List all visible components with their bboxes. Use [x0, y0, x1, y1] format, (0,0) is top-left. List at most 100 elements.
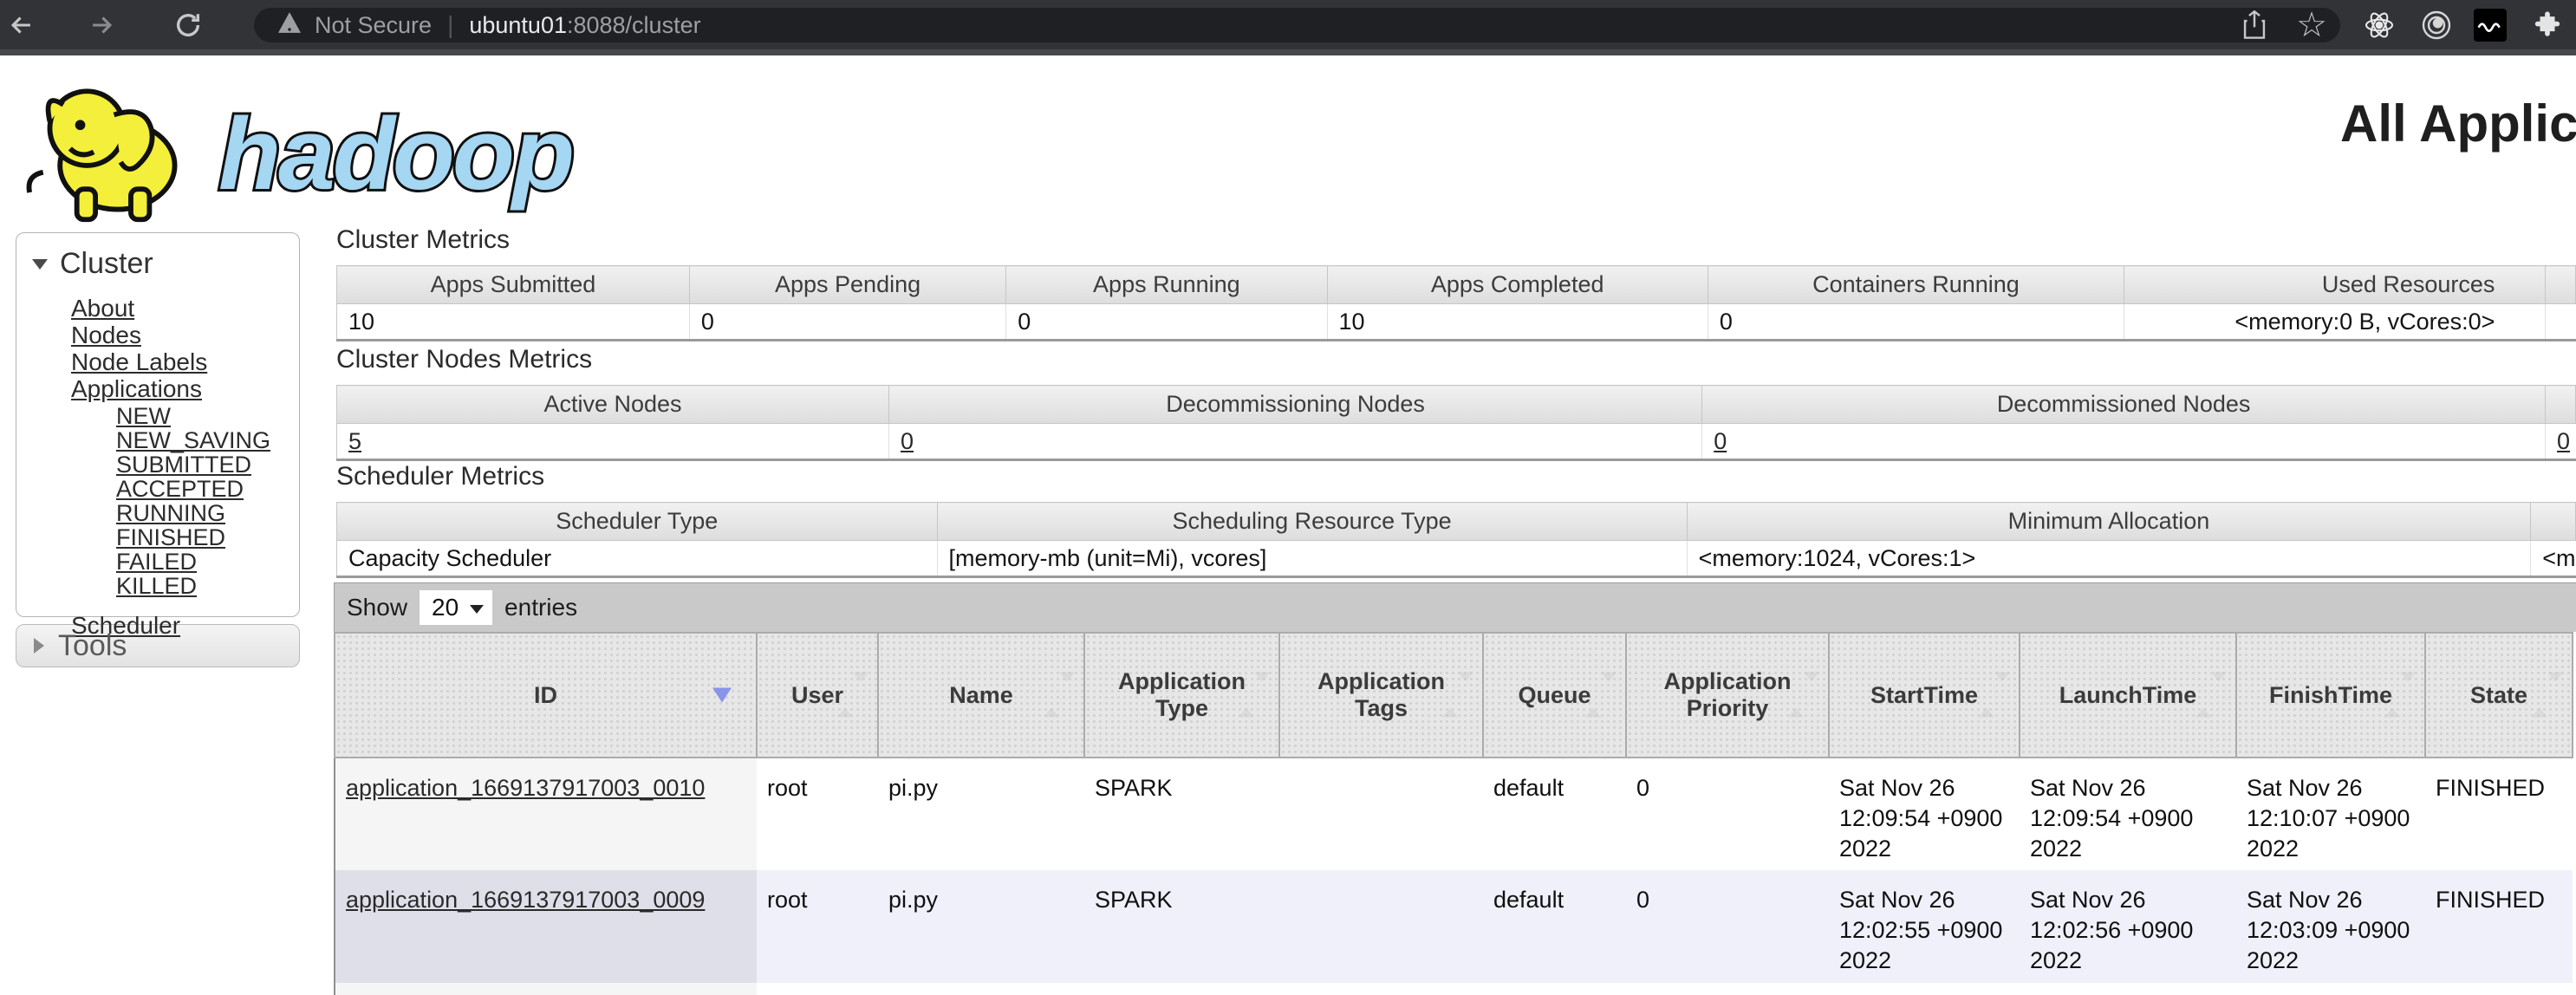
cluster-nodes-metrics-section: Cluster Nodes Metrics Active Nodes Decom…: [336, 345, 2576, 461]
application-link[interactable]: application_1669137917003_0009: [346, 887, 705, 913]
entries-label: entries: [504, 594, 577, 621]
sidebar-item-about[interactable]: About: [71, 295, 299, 322]
page-size-select[interactable]: 20: [420, 590, 492, 625]
sort-desc-icon: [712, 688, 732, 703]
reload-icon[interactable]: [170, 7, 206, 43]
apps-pending-value: 0: [689, 304, 1005, 341]
app-id-cell: application_1669137917003_0010: [335, 758, 757, 870]
back-icon[interactable]: [3, 7, 40, 43]
header-application-type[interactable]: Application Type: [1084, 633, 1279, 758]
header-name[interactable]: Name: [878, 633, 1084, 758]
user-cell: root: [757, 758, 878, 870]
sidebar-item-applications[interactable]: Applications: [71, 375, 299, 402]
sidebar-cluster-label: Cluster: [60, 247, 153, 281]
col-used-resources: Used Resources: [2124, 266, 2546, 304]
clipped-value: <m: [2531, 541, 2576, 577]
sidebar-item-accepted[interactable]: ACCEPTED: [116, 477, 299, 501]
cluster-metrics-title: Cluster Metrics: [336, 225, 2576, 255]
sort-both-icon: [837, 682, 868, 709]
col-apps-pending: Apps Pending: [689, 266, 1005, 304]
not-secure-warning-icon: [276, 11, 302, 40]
containers-running-value: 0: [1708, 304, 2124, 341]
queue-cell: default: [1483, 870, 1626, 983]
clipped-value: [2546, 304, 2576, 341]
finishtime-cell: Sat Nov 26 12:10:07 +0900 2022: [2236, 758, 2425, 870]
starttime-cell: Sat Nov 26 12:02:55 +0900 2022: [1829, 870, 2020, 983]
table-row: application_1669137917003_0009 root pi.p…: [335, 870, 2573, 983]
sort-both-icon: [1979, 682, 2010, 709]
sort-both-icon: [2195, 682, 2227, 709]
header-finishtime[interactable]: FinishTime: [2236, 633, 2425, 758]
hadoop-logo-text: hadoop: [218, 95, 572, 213]
type-cell: SPARK: [1084, 870, 1279, 983]
sidebar-item-node-labels[interactable]: Node Labels: [71, 348, 299, 375]
decommissioned-nodes-value: 0: [1702, 424, 2546, 460]
extension-react-icon[interactable]: [2363, 9, 2396, 42]
sidebar-tools-label: Tools: [58, 629, 127, 663]
sidebar-item-nodes[interactable]: Nodes: [71, 322, 299, 348]
sidebar-item-new-saving[interactable]: NEW_SAVING: [116, 428, 299, 452]
forward-icon[interactable]: [83, 7, 120, 43]
extension-target-icon[interactable]: [2420, 9, 2453, 42]
chrome-bottom-strip: [0, 49, 2576, 55]
header-user[interactable]: User: [757, 633, 878, 758]
sidebar-cluster-header[interactable]: Cluster: [16, 247, 299, 281]
tags-cell: [1279, 758, 1483, 870]
header-queue[interactable]: Queue: [1483, 633, 1626, 758]
extensions-puzzle-icon[interactable]: [2531, 9, 2564, 42]
sidebar-item-new[interactable]: NEW: [116, 404, 299, 428]
clipped-value: 0: [2546, 424, 2576, 460]
launchtime-cell: Sat Nov 26 12:02:56 +0900 2022: [2020, 870, 2236, 983]
application-link[interactable]: application_1669137917003_0010: [346, 775, 705, 801]
decommissioning-nodes-link[interactable]: 0: [901, 428, 914, 454]
sidebar-item-finished[interactable]: FINISHED: [116, 525, 299, 550]
url-host: ubuntu01: [469, 12, 567, 39]
applications-table-region: Show 20 entries ID User Name Application…: [334, 582, 2576, 995]
sort-both-icon: [1788, 682, 1819, 709]
col-clipped: [2531, 503, 2576, 541]
active-nodes-value: 5: [337, 424, 889, 460]
extension-wave-icon[interactable]: [2474, 9, 2507, 42]
col-clipped: [2546, 386, 2576, 424]
expand-triangle-icon: [34, 638, 44, 654]
apps-submitted-value: 10: [337, 304, 690, 341]
col-apps-completed: Apps Completed: [1327, 266, 1708, 304]
sort-both-icon: [2532, 682, 2563, 709]
address-bar[interactable]: Not Secure | ubuntu01 :8088/cluster: [254, 8, 2340, 42]
sort-both-icon: [1442, 682, 1473, 709]
omnibox-divider: |: [447, 11, 453, 39]
state-cell: FINISHED: [2425, 870, 2573, 983]
hadoop-elephant-icon: [12, 68, 216, 228]
sidebar-item-submitted[interactable]: SUBMITTED: [116, 452, 299, 477]
col-decommissioning-nodes: Decommissioning Nodes: [888, 386, 1701, 424]
share-icon[interactable]: [2238, 9, 2271, 42]
clipped-nodes-link[interactable]: 0: [2557, 428, 2570, 454]
header-state[interactable]: State: [2425, 633, 2573, 758]
header-application-tags[interactable]: Application Tags: [1279, 633, 1483, 758]
header-launchtime[interactable]: LaunchTime: [2020, 633, 2236, 758]
bookmark-star-icon[interactable]: ☆: [2295, 9, 2328, 42]
sidebar: Cluster About Nodes Node Labels Applicat…: [16, 232, 300, 667]
active-nodes-link[interactable]: 5: [348, 428, 361, 454]
header-id[interactable]: ID: [335, 633, 757, 758]
table-row-clipped: [335, 983, 2573, 995]
decommissioned-nodes-link[interactable]: 0: [1714, 428, 1727, 454]
priority-cell: 0: [1626, 758, 1829, 870]
state-cell: FINISHED: [2425, 758, 2573, 870]
tags-cell: [1279, 870, 1483, 983]
app-id-cell: application_1669137917003_0009: [335, 870, 757, 983]
sidebar-item-failed[interactable]: FAILED: [116, 550, 299, 574]
used-resources-value: <memory:0 B, vCores:0>: [2124, 304, 2546, 341]
cluster-metrics-section: Cluster Metrics Apps Submitted Apps Pend…: [336, 225, 2576, 341]
name-cell: pi.py: [878, 758, 1084, 870]
url-path: :8088/cluster: [567, 12, 701, 39]
sidebar-item-killed[interactable]: KILLED: [116, 574, 299, 598]
header-application-priority[interactable]: Application Priority: [1626, 633, 1829, 758]
scheduler-metrics-title: Scheduler Metrics: [336, 462, 2576, 491]
table-header-row: ID User Name Application Type Applicatio…: [335, 633, 2573, 758]
security-label: Not Secure: [315, 12, 432, 39]
sidebar-item-running[interactable]: RUNNING: [116, 501, 299, 525]
sort-both-icon: [1044, 682, 1075, 709]
header-starttime[interactable]: StartTime: [1829, 633, 2020, 758]
user-cell: root: [757, 870, 878, 983]
